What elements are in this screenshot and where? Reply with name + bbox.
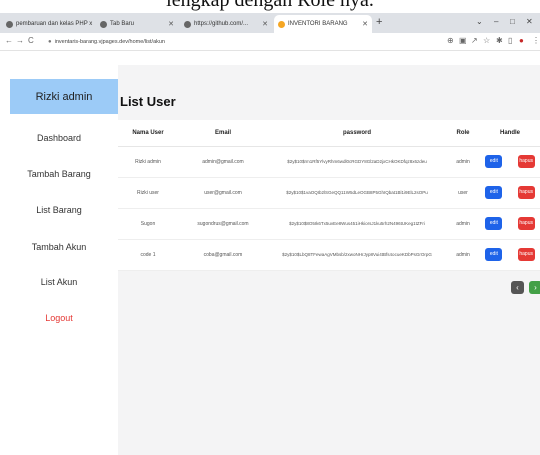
column-header-handle: Handle bbox=[480, 120, 540, 147]
edit-button[interactable]: edit bbox=[485, 248, 503, 261]
cell-name: Sugon bbox=[118, 208, 178, 240]
tab-close-icon[interactable]: ✕ bbox=[358, 20, 368, 28]
cell-name: Rizki user bbox=[118, 177, 178, 209]
sidebar-item-list-barang[interactable]: List Barang bbox=[0, 205, 118, 215]
hapus-button[interactable]: hapus bbox=[517, 186, 535, 199]
cell-password: $2y$10$8O5Ik6Tx5uvEe8Wus451iHkiorsJ1ku5r… bbox=[268, 208, 446, 240]
cell-name: Rizki admin bbox=[118, 146, 178, 178]
share-icon[interactable]: ↗ bbox=[471, 36, 478, 45]
screen: lengkap dengan Role nya. pembaruan dan k… bbox=[0, 0, 540, 455]
cell-handle: edit hapus bbox=[480, 208, 540, 240]
menu-kebab-icon[interactable]: ⋮ bbox=[532, 36, 540, 45]
reload-icon[interactable]: C bbox=[28, 36, 34, 45]
bookmark-star-icon[interactable]: ☆ bbox=[483, 36, 490, 45]
hapus-button[interactable]: hapus bbox=[517, 155, 535, 168]
tab-close-icon[interactable]: ✕ bbox=[164, 20, 174, 28]
cell-role: user bbox=[446, 177, 480, 209]
tab-label: pembaruan dan kelas PHP x bbox=[16, 21, 93, 27]
extensions-puzzle-icon[interactable]: ✱ bbox=[496, 36, 503, 45]
caption-text: lengkap dengan Role nya. bbox=[166, 0, 374, 11]
tab-favicon-icon bbox=[100, 20, 107, 28]
edit-button[interactable]: edit bbox=[485, 217, 503, 230]
tab-favicon-icon bbox=[184, 20, 191, 28]
edit-button[interactable]: edit bbox=[485, 155, 503, 168]
maximize-button[interactable]: □ bbox=[510, 17, 515, 26]
column-header-nama-user: Nama User bbox=[118, 120, 178, 147]
table-row: Rizki admin admin@gmail.com $2y$10$rm1Rf… bbox=[118, 146, 540, 178]
sidebar-user-header: Rizki admin bbox=[10, 79, 118, 114]
bookmarks-bar bbox=[0, 51, 540, 65]
browser-tab[interactable]: https://github.com/... ✕ bbox=[180, 15, 272, 33]
column-header-password: password bbox=[268, 120, 446, 147]
cell-email: coba@gmail.com bbox=[178, 239, 268, 271]
sidepanel-icon[interactable]: ▯ bbox=[508, 36, 512, 45]
sidebar: Rizki admin Dashboard Tambah Barang List… bbox=[0, 65, 118, 455]
table-row: code 1 coba@gmail.com $2y$10$LbQ8TFewaAg… bbox=[118, 239, 540, 271]
minimize-button[interactable]: – bbox=[494, 17, 498, 26]
prev-page-button[interactable]: ‹ bbox=[511, 281, 524, 294]
tab-label: INVENTORI BARANG bbox=[288, 21, 348, 27]
cell-handle: edit hapus bbox=[480, 239, 540, 271]
tab-close-icon[interactable]: ✕ bbox=[258, 20, 268, 28]
profile-avatar-icon[interactable]: ● bbox=[519, 36, 524, 45]
sidebar-item-tambah-akun[interactable]: Tambah Akun bbox=[0, 242, 118, 252]
cell-role: admin bbox=[446, 146, 480, 178]
cell-password: $2y$10$1vaOQIb2lSGeQQ11W5dLeOGB8P5GhIQba… bbox=[268, 177, 446, 209]
next-page-button[interactable]: › bbox=[529, 281, 540, 294]
forward-icon[interactable]: → bbox=[16, 36, 24, 45]
url-field[interactable]: ● inventaris-barang.vjpages.dev/home/lis… bbox=[40, 36, 430, 48]
sidebar-item-tambah-barang[interactable]: Tambah Barang bbox=[0, 169, 118, 179]
lock-icon: ● bbox=[48, 39, 52, 45]
cell-password: $2y$10$LbQ8TFewaAgVMbsb/2xwoNHrJyp8Vui4t… bbox=[268, 239, 446, 271]
cell-email: admin@gmail.com bbox=[178, 146, 268, 178]
browser-tab-bar: pembaruan dan kelas PHP x Tab Baru ✕ htt… bbox=[0, 13, 540, 33]
address-bar-row: ← → C ● inventaris-barang.vjpages.dev/ho… bbox=[0, 33, 540, 51]
table-row: Rizki user user@gmail.com $2y$10$1vaOQIb… bbox=[118, 177, 540, 209]
tab-favicon-icon bbox=[278, 20, 285, 28]
cell-name: code 1 bbox=[118, 239, 178, 271]
browser-tab-active[interactable]: INVENTORI BARANG ✕ bbox=[274, 15, 372, 33]
url-text: inventaris-barang.vjpages.dev/home/list/… bbox=[54, 39, 165, 45]
close-window-button[interactable]: ✕ bbox=[526, 17, 533, 26]
tab-search-icon[interactable]: ⌄ bbox=[476, 17, 483, 26]
cell-role: admin bbox=[446, 239, 480, 271]
cell-handle: edit hapus bbox=[480, 146, 540, 178]
extension-icon[interactable]: ▣ bbox=[459, 36, 467, 45]
cell-email: user@gmail.com bbox=[178, 177, 268, 209]
column-header-role: Role bbox=[446, 120, 480, 147]
cell-email: sugondrus@gmail.com bbox=[178, 208, 268, 240]
back-icon[interactable]: ← bbox=[5, 36, 13, 45]
sidebar-item-dashboard[interactable]: Dashboard bbox=[0, 133, 118, 143]
edit-button[interactable]: edit bbox=[485, 186, 503, 199]
logout-link[interactable]: Logout bbox=[0, 313, 118, 323]
hapus-button[interactable]: hapus bbox=[517, 217, 535, 230]
main-content: List User Nama User Email password Role … bbox=[118, 65, 540, 455]
cell-password: $2y$10$rm1Rf5YlvyRhm6wdl0cRGDY8Gl2aD2jxC… bbox=[268, 146, 446, 178]
tab-label: Tab Baru bbox=[110, 21, 135, 27]
browser-tab[interactable]: pembaruan dan kelas PHP x bbox=[2, 15, 94, 33]
sidebar-item-list-akun[interactable]: List Akun bbox=[0, 277, 118, 287]
hapus-button[interactable]: hapus bbox=[517, 248, 535, 261]
tab-favicon-icon bbox=[6, 20, 13, 28]
new-tab-button[interactable]: + bbox=[376, 16, 382, 28]
cell-handle: edit hapus bbox=[480, 177, 540, 209]
table-row: Sugon sugondrus@gmail.com $2y$10$8O5Ik6T… bbox=[118, 208, 540, 240]
user-table: Nama User Email password Role Handle Riz… bbox=[118, 120, 540, 271]
page-title: List User bbox=[120, 94, 176, 109]
column-header-email: Email bbox=[178, 120, 268, 147]
tab-label: https://github.com/... bbox=[194, 21, 249, 27]
extension-icon[interactable]: ⊕ bbox=[447, 36, 454, 45]
cell-role: admin bbox=[446, 208, 480, 240]
browser-tab[interactable]: Tab Baru ✕ bbox=[96, 15, 178, 33]
table-header-row: Nama User Email password Role Handle bbox=[118, 120, 540, 147]
